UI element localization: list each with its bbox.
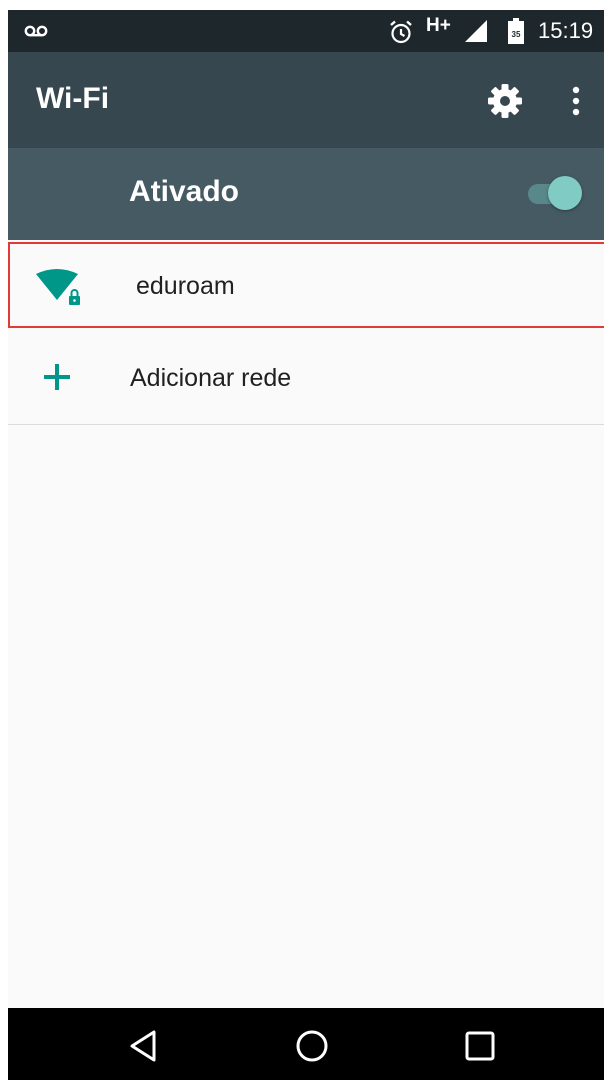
status-clock: 15:19 xyxy=(538,18,594,43)
battery-icon: 35 xyxy=(508,18,524,44)
status-bar: H+ 35 15:19 xyxy=(8,10,604,52)
switch-label: Ativado xyxy=(129,175,240,208)
phone-screen: H+ 35 15:19 Wi-Fi Ativado eduroam Adicio… xyxy=(8,10,604,1080)
add-network-label: Adicionar rede xyxy=(130,364,292,392)
recents-icon[interactable] xyxy=(460,1026,500,1066)
voicemail-icon xyxy=(24,25,48,37)
home-icon[interactable] xyxy=(292,1026,332,1066)
alarm-icon xyxy=(390,20,412,44)
wifi-lock-icon xyxy=(36,269,80,305)
wifi-toggle[interactable] xyxy=(526,176,584,212)
signal-icon xyxy=(465,20,487,42)
add-network-item[interactable]: Adicionar rede xyxy=(8,332,604,425)
gear-icon[interactable] xyxy=(486,82,524,120)
battery-level-label: 35 xyxy=(512,30,521,39)
toggle-thumb xyxy=(548,176,582,210)
more-vert-icon[interactable] xyxy=(564,82,588,120)
plus-icon xyxy=(44,364,70,390)
network-name: eduroam xyxy=(136,272,235,300)
back-icon[interactable] xyxy=(124,1026,164,1066)
page-title: Wi-Fi xyxy=(36,82,110,115)
network-type-label: H+ xyxy=(426,15,451,36)
network-item-eduroam[interactable]: eduroam xyxy=(8,242,604,328)
wifi-master-switch-bar[interactable]: Ativado xyxy=(8,148,604,240)
app-bar: Wi-Fi xyxy=(8,52,604,148)
navigation-bar xyxy=(8,1008,604,1080)
